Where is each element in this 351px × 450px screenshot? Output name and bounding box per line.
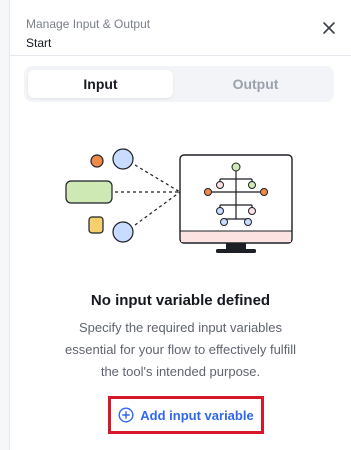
empty-state-illustration (65, 148, 293, 253)
plus-circle-icon (118, 407, 134, 423)
close-icon[interactable] (321, 20, 337, 36)
add-input-variable-button[interactable]: Add input variable (108, 396, 264, 434)
panel-subtitle: Manage Input & Output (26, 17, 151, 31)
illustration-monitor-base-band (181, 231, 291, 242)
empty-state-description: Specify the required input variables ess… (65, 320, 296, 379)
illustration-blue-circle-top (112, 148, 134, 170)
panel-title: Start (26, 36, 52, 50)
empty-state-title: No input variable defined (90, 292, 271, 309)
left-edge (0, 0, 10, 450)
panel-header: Manage Input & Output Start (10, 0, 351, 56)
manage-io-panel: Manage Input & Output Start Input Output… (10, 0, 351, 450)
add-input-variable-label: Add input variable (140, 407, 254, 423)
illustration-green-node (65, 180, 113, 204)
illustration-orange-dot (90, 154, 104, 168)
tab-output[interactable]: Output (183, 70, 328, 98)
illustration-dashed-connectors (115, 164, 181, 226)
illustration-yellow-node (88, 216, 104, 234)
illustration-monitor-stand (226, 243, 246, 250)
tab-input[interactable]: Input (28, 70, 173, 98)
illustration-monitor-foot (216, 249, 256, 253)
io-tabs: Input Output (24, 66, 334, 102)
illustration-blue-circle-bottom (112, 221, 134, 243)
